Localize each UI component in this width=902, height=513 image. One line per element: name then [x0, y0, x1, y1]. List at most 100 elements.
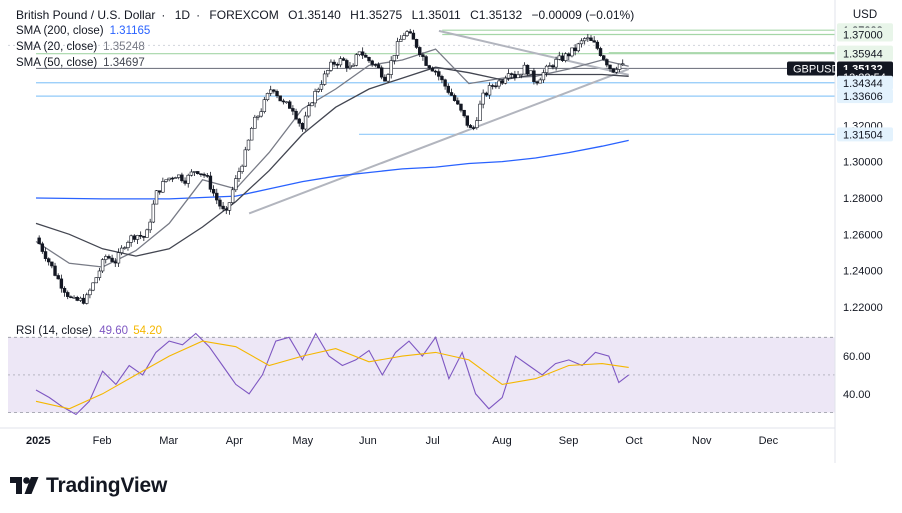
price-label-text: 1.34344	[843, 78, 883, 90]
separator-dot: ·	[161, 8, 166, 22]
symbol-header[interactable]: British Pound / U.S. Dollar · 1D · FOREXCO…	[16, 8, 640, 22]
candle-body	[560, 55, 565, 61]
ohlc-close: C1.35132	[470, 8, 523, 22]
legend-sma50[interactable]: SMA (50, close) 1.34697	[16, 57, 145, 69]
candle-body	[157, 190, 162, 193]
candle-body	[205, 175, 209, 177]
candle-body	[376, 64, 381, 69]
candle-body	[395, 41, 400, 56]
candle-body	[586, 37, 590, 40]
candle-body	[617, 63, 622, 70]
time-tick-label: Feb	[93, 435, 112, 447]
tradingview-logo[interactable]: TradingView	[10, 474, 167, 498]
candle-body	[154, 190, 159, 205]
time-axis[interactable]: 2025 Feb Mar Apr May Jun Jul Aug Sep Oct Nov Dec	[0, 427, 835, 447]
candle-body	[265, 93, 270, 100]
candle-body	[281, 100, 286, 103]
candle-body	[196, 171, 200, 175]
candle-body	[605, 59, 609, 66]
candle-body	[592, 40, 596, 43]
candle-body	[278, 95, 282, 102]
exchange-label: FOREXCOM	[209, 8, 279, 22]
rsi-tick-label: 40.00	[843, 389, 871, 401]
candle-body	[246, 139, 251, 151]
ohlc-open: O1.35140	[288, 8, 341, 22]
candle-body	[570, 47, 574, 57]
candle-body	[576, 43, 581, 52]
candle-body	[484, 92, 489, 96]
candle-body	[579, 40, 584, 45]
candle-body	[354, 54, 359, 66]
price-label-text: 1.33606	[843, 91, 883, 103]
candle-body	[402, 35, 406, 40]
candle-body	[249, 128, 254, 141]
candle-body	[608, 64, 612, 70]
candle-body	[94, 277, 98, 284]
candle-body	[462, 109, 466, 117]
rsi-ma-value: 54.20	[133, 325, 163, 337]
candle-body	[37, 237, 41, 245]
candle-body	[135, 235, 140, 240]
currency-button[interactable]: USD	[842, 6, 888, 24]
ohlc-low: L1.35011	[411, 8, 461, 22]
candle-body	[513, 73, 517, 79]
candle-body	[142, 236, 146, 238]
candle-body	[173, 177, 178, 179]
legend-sma20[interactable]: SMA (20, close) 1.35248	[16, 41, 145, 53]
candle-body	[50, 261, 54, 267]
legend-rsi[interactable]: RSI (14, close) 49.60 54.20	[16, 325, 162, 337]
time-tick-label: Nov	[692, 435, 712, 447]
candle-body	[192, 171, 197, 173]
candle-body	[123, 247, 127, 249]
candle-body	[319, 84, 324, 90]
candle-body	[573, 47, 577, 52]
candle-body	[170, 177, 175, 180]
time-tick-label: May	[292, 435, 313, 447]
candle-body	[237, 171, 241, 179]
legend-sma200[interactable]: SMA (200, close) 1.31165	[16, 25, 150, 37]
candle-body	[367, 57, 371, 62]
candle-body	[307, 105, 311, 117]
candle-body	[548, 65, 552, 67]
candle-body	[494, 85, 498, 88]
candle-body	[383, 76, 387, 82]
candle-body	[408, 31, 412, 34]
candle-body	[230, 189, 235, 203]
candle-body	[303, 115, 308, 130]
candle-body	[598, 48, 603, 56]
candle-body	[535, 81, 539, 84]
candle-body	[357, 51, 362, 56]
candle-body	[503, 77, 508, 84]
time-tick-label: Jul	[426, 435, 440, 447]
interval-label: 1D	[174, 8, 191, 22]
candle-body	[326, 70, 330, 75]
candle-body	[164, 179, 168, 182]
candle-body	[256, 115, 260, 118]
candle-body	[88, 289, 92, 296]
chart-canvas[interactable]: 1.30000 1.28000 1.26000 1.24000 1.22000 60.00…	[0, 0, 902, 513]
candle-body	[161, 181, 165, 193]
price-label-text: 1.37000	[843, 30, 883, 42]
candle-body	[421, 54, 425, 57]
candle-body	[399, 38, 403, 42]
price-tick-label: 1.22000	[843, 302, 883, 314]
candle-body	[208, 175, 213, 190]
legend-label: SMA (200, close)	[16, 25, 104, 37]
candle-body	[97, 270, 102, 278]
candle-body	[240, 165, 244, 172]
time-tick-label: Sep	[559, 435, 579, 447]
candle-body	[300, 123, 305, 130]
candle-body	[329, 61, 333, 71]
legend-value: 1.34697	[103, 57, 145, 69]
candle-body	[475, 120, 479, 128]
candle-body	[126, 242, 130, 248]
candle-body	[56, 275, 60, 280]
ohlc-high: H1.35275	[350, 8, 403, 22]
sma-line	[35, 139, 629, 200]
candle-body	[589, 37, 593, 41]
candle-body	[53, 265, 57, 276]
candle-body	[373, 64, 378, 66]
candle-body	[151, 203, 156, 223]
time-tick-label: Jun	[359, 435, 377, 447]
candlesticks	[37, 28, 625, 305]
